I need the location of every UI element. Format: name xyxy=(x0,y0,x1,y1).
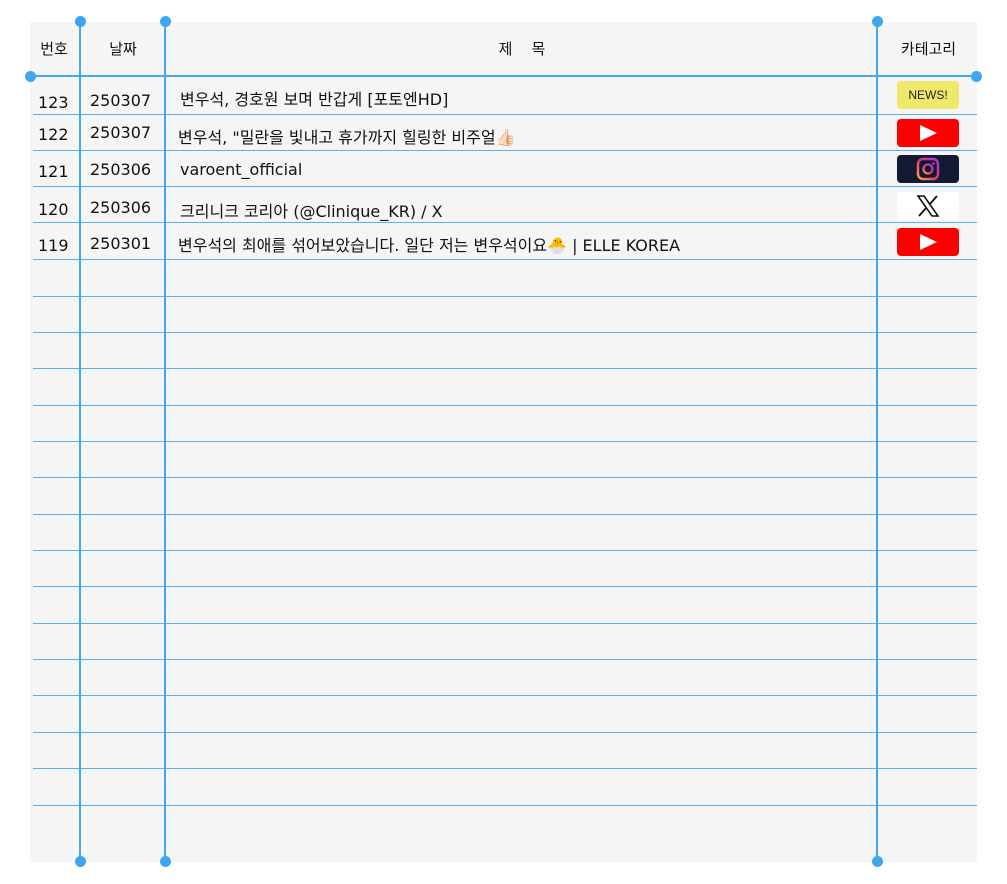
table-sheet xyxy=(30,22,977,862)
row-divider xyxy=(33,732,977,733)
row-divider xyxy=(33,514,977,515)
row-date: 250307 xyxy=(90,123,152,142)
row-number: 121 xyxy=(38,162,69,181)
row-number: 120 xyxy=(38,200,69,219)
row-divider xyxy=(33,114,977,115)
column-divider-category xyxy=(876,22,878,862)
row-divider xyxy=(33,368,977,369)
header-divider xyxy=(30,75,977,77)
row-divider xyxy=(33,768,977,769)
youtube-icon[interactable] xyxy=(897,119,959,147)
row-divider xyxy=(33,332,977,333)
resize-handle-header-left[interactable] xyxy=(25,71,36,82)
row-divider xyxy=(33,186,977,187)
row-divider xyxy=(33,550,977,551)
row-divider xyxy=(33,405,977,406)
header-category: 카테고리 xyxy=(900,40,957,58)
row-divider xyxy=(33,150,977,151)
header-number: 번호 xyxy=(40,40,68,58)
row-number: 122 xyxy=(38,125,69,144)
resize-handle-number-top[interactable] xyxy=(75,16,86,27)
row-divider xyxy=(33,659,977,660)
row-title-link[interactable]: 크리니크 코리아 (@Clinique_KR) / X xyxy=(180,198,443,222)
row-title-link[interactable]: varoent_official xyxy=(180,160,302,179)
row-divider xyxy=(33,586,977,587)
news-badge[interactable]: NEWS! xyxy=(897,81,959,109)
row-date: 250307 xyxy=(90,91,152,110)
row-title-link[interactable]: 변우석, "밀란을 빛내고 휴가까지 힐링한 비주얼👍🏻 xyxy=(178,124,515,148)
row-divider xyxy=(33,259,977,260)
resize-handle-date-bottom[interactable] xyxy=(160,856,171,867)
resize-handle-category-top[interactable] xyxy=(872,16,883,27)
column-divider-number xyxy=(79,22,81,862)
row-divider xyxy=(33,441,977,442)
row-date: 250301 xyxy=(90,234,152,253)
row-title-link[interactable]: 변우석, 경호원 보며 반갑게 [포토엔HD] xyxy=(180,86,448,110)
row-date: 250306 xyxy=(90,198,152,217)
header-title: 제 목 xyxy=(498,40,546,58)
resize-handle-date-top[interactable] xyxy=(160,16,171,27)
resize-handle-number-bottom[interactable] xyxy=(75,856,86,867)
column-divider-date xyxy=(164,22,166,862)
header-date: 날짜 xyxy=(109,40,137,58)
row-number: 123 xyxy=(38,93,69,112)
row-divider xyxy=(33,222,977,223)
row-date: 250306 xyxy=(90,160,152,179)
resize-handle-header-right[interactable] xyxy=(971,71,982,82)
instagram-icon[interactable] xyxy=(897,155,959,183)
x-logo-icon[interactable] xyxy=(897,192,959,220)
youtube-icon[interactable] xyxy=(897,228,959,256)
row-divider xyxy=(33,695,977,696)
row-divider xyxy=(33,477,977,478)
resize-handle-category-bottom[interactable] xyxy=(872,856,883,867)
row-divider xyxy=(33,623,977,624)
row-title-link[interactable]: 변우석의 최애를 섞어보았습니다. 일단 저는 변우석이요🐣 | ELLE KO… xyxy=(178,232,680,256)
row-divider xyxy=(33,296,977,297)
row-divider xyxy=(33,805,977,806)
row-number: 119 xyxy=(38,236,69,255)
